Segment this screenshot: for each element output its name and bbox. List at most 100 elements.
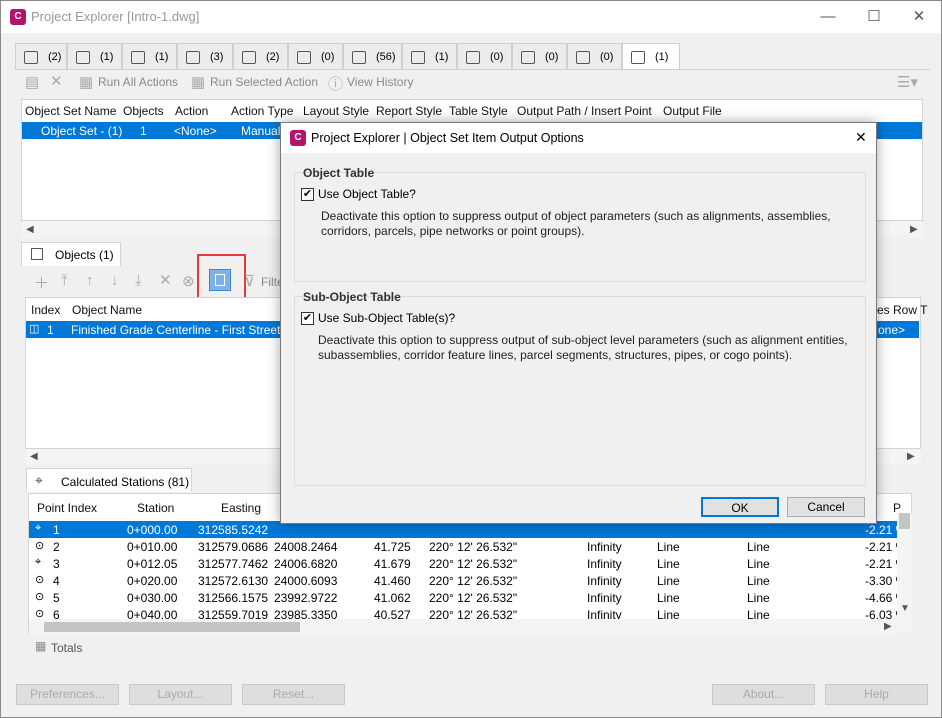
station-header[interactable]: Station (137, 501, 174, 515)
info-icon[interactable]: ⓘ (328, 73, 343, 94)
object-set-column-header[interactable]: Action (175, 104, 208, 118)
civil3d-app-icon: C (10, 9, 26, 25)
category-tab[interactable]: (1) (67, 43, 122, 69)
help-button[interactable]: Help (825, 684, 928, 705)
run-all-actions-button[interactable]: Run All Actions (98, 75, 178, 89)
window-title: Project Explorer [Intro-1.dwg] (31, 9, 200, 24)
totals-label[interactable]: Totals (51, 641, 82, 655)
object-set-column-header[interactable]: Table Style (449, 104, 508, 118)
category-tab[interactable]: (1) (622, 43, 680, 70)
station-cell: 220° 12' 26.532" (429, 557, 518, 571)
calculated-stations-tab[interactable]: ⌖ Calculated Stations (81) (26, 468, 192, 492)
station-row[interactable]: ⌖ 3 0+012.05 312577.7462 24006.6820 41.679 220… (29, 555, 906, 572)
sub-object-table-description: Deactivate this option to suppress outpu… (318, 333, 848, 362)
category-tab[interactable]: (2) (15, 43, 67, 69)
scroll-down-icon[interactable]: ▼ (900, 603, 910, 614)
object-set-column-header[interactable]: Report Style (376, 104, 442, 118)
reset-button[interactable]: Reset... (242, 684, 345, 705)
use-object-table-label[interactable]: Use Object Table? (318, 187, 416, 201)
object-set-column-header[interactable]: Layout Style (303, 104, 369, 118)
scroll-left-icon[interactable]: ◀ (30, 451, 38, 462)
category-tab[interactable]: (0) (457, 43, 512, 69)
station-cell: Line (747, 591, 770, 605)
scroll-right-icon[interactable]: ▶ (907, 451, 915, 462)
station-cell: 41.062 (374, 591, 411, 605)
hscroll-thumb[interactable] (44, 622, 300, 632)
civil3d-app-icon: C (290, 130, 306, 146)
category-icon (242, 50, 256, 64)
category-tab[interactable]: (0) (567, 43, 622, 69)
object-index-cell: 1 (47, 323, 54, 337)
clear-icon[interactable]: ⊗ (182, 272, 195, 290)
run-selected-icon[interactable]: ▦ (191, 73, 205, 91)
object-name-header[interactable]: Object Name (72, 303, 142, 317)
action-cell: <None> (174, 124, 217, 138)
scroll-right-icon[interactable]: ▶ (910, 224, 918, 235)
station-point-icon: ⊙ (35, 574, 45, 586)
category-tab[interactable]: (0) (288, 43, 343, 69)
delete-icon[interactable]: ✕ (50, 72, 63, 90)
ok-button[interactable]: OK (701, 497, 779, 517)
category-tab[interactable]: (2) (233, 43, 288, 69)
maximize-button[interactable]: ☐ (851, 1, 897, 33)
run-all-icon[interactable]: ▦ (79, 73, 93, 91)
use-sub-object-table-checkbox[interactable]: ✔ (301, 312, 314, 325)
scroll-left-icon[interactable]: ◀ (26, 224, 34, 235)
station-cell: 0+020.00 (127, 574, 178, 588)
object-set-column-header[interactable]: Output Path / Insert Point (517, 104, 652, 118)
panel-options-icon[interactable]: ☰▾ (897, 73, 918, 91)
index-header[interactable]: Index (31, 303, 60, 317)
output-options-dialog: C Project Explorer | Object Set Item Out… (280, 122, 877, 524)
station-row[interactable]: ⊙ 2 0+010.00 312579.0686 24008.2464 41.725 220… (29, 538, 906, 555)
object-set-column-header[interactable]: Output File (663, 104, 722, 118)
easting-header[interactable]: Easting (221, 501, 261, 515)
stations-vscrollbar[interactable]: ▼ (897, 513, 912, 633)
category-tab[interactable]: (3) (177, 43, 233, 69)
stations-hscrollbar[interactable]: ▶ (29, 619, 897, 635)
move-down-icon[interactable]: ↓ (111, 272, 119, 289)
cancel-button[interactable]: Cancel (787, 497, 865, 517)
move-top-icon[interactable]: ⤒ (61, 272, 68, 289)
layout-button[interactable]: Layout... (129, 684, 232, 705)
move-up-icon[interactable]: ↑ (86, 272, 94, 289)
station-cell: 220° 12' 26.532" (429, 574, 518, 588)
vscroll-thumb[interactable] (899, 513, 910, 529)
dialog-close-button[interactable]: ✕ (855, 129, 867, 146)
preferences-button[interactable]: Preferences... (16, 684, 119, 705)
object-set-column-header[interactable]: Object Set Name (25, 104, 116, 118)
about-button[interactable]: About... (712, 684, 815, 705)
remove-icon[interactable]: ✕ (159, 271, 172, 289)
station-row[interactable]: ⊙ 5 0+030.00 312566.1575 23992.9722 41.062 220… (29, 589, 906, 606)
station-row[interactable]: ⊙ 4 0+020.00 312572.6130 24000.6093 41.460 220… (29, 572, 906, 589)
category-tab-count: (0) (600, 51, 614, 63)
scroll-right-icon[interactable]: ▶ (884, 621, 892, 632)
category-tab[interactable]: (1) (402, 43, 457, 69)
station-cell: Infinity (587, 574, 622, 588)
totals-icon: ▦ (35, 639, 47, 653)
move-bottom-icon[interactable]: ⤓ (135, 272, 142, 289)
category-tab[interactable]: (0) (512, 43, 567, 69)
filter-icon[interactable]: ⊽ (244, 272, 255, 290)
object-set-column-header[interactable]: Objects (123, 104, 164, 118)
category-tab-count: (1) (100, 51, 114, 63)
category-tab[interactable]: (1) (122, 43, 177, 69)
object-table-description: Deactivate this option to suppress outpu… (321, 209, 831, 238)
add-icon[interactable]: ＋ (34, 272, 49, 293)
category-icon (521, 50, 535, 64)
station-cell: 312572.6130 (198, 574, 269, 588)
category-tab[interactable]: (56) (343, 43, 402, 69)
category-icon (411, 50, 425, 64)
object-set-column-header[interactable]: Action Type (231, 104, 293, 118)
use-sub-object-table-label[interactable]: Use Sub-Object Table(s)? (318, 311, 455, 325)
station-cell: 3 (53, 557, 60, 571)
point-index-header[interactable]: Point Index (37, 501, 97, 515)
view-history-button[interactable]: View History (347, 75, 413, 89)
new-action-icon[interactable]: ▤ (25, 73, 39, 91)
minimize-button[interactable]: — (805, 1, 851, 33)
use-object-table-checkbox[interactable]: ✔ (301, 188, 314, 201)
objects-tab[interactable]: Objects (1) (21, 242, 121, 266)
close-window-button[interactable]: ✕ (896, 1, 942, 33)
styles-row-header[interactable]: es Row T (877, 303, 927, 317)
category-tab-count: (1) (655, 51, 669, 63)
run-selected-action-button[interactable]: Run Selected Action (210, 75, 318, 89)
